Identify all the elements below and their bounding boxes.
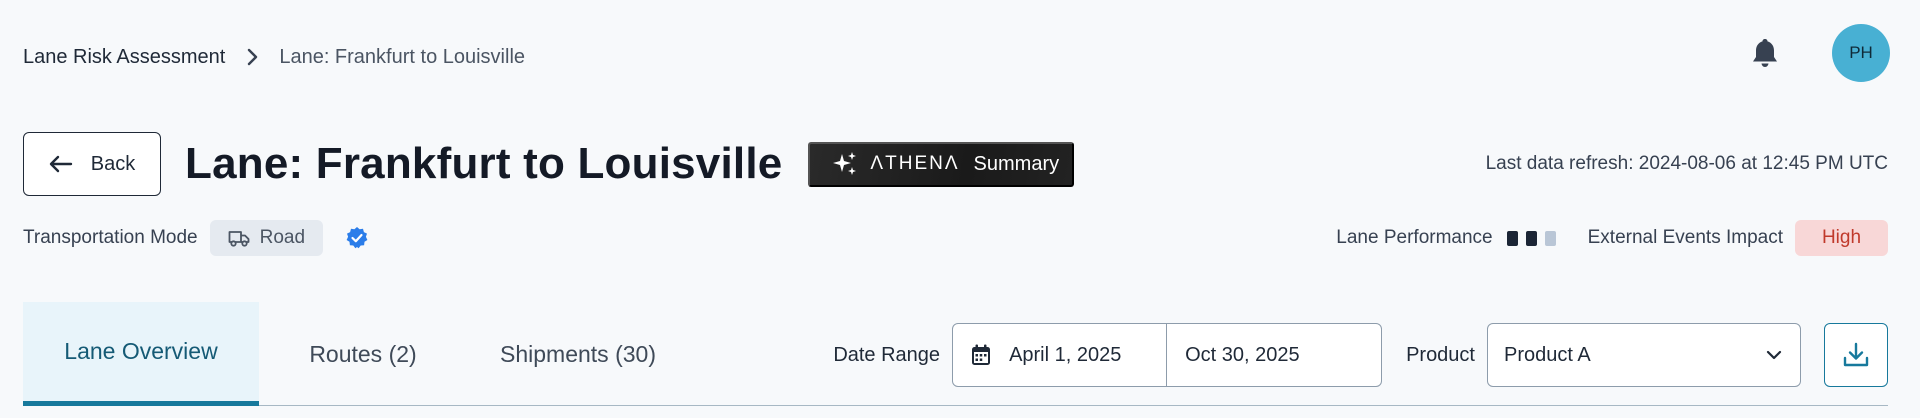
sparkle-icon: [833, 152, 857, 175]
verified-badge-icon: [345, 226, 369, 250]
user-area: PH: [1750, 24, 1890, 82]
athena-logo-text: ΛTHENΛ: [870, 153, 960, 174]
date-start-value: April 1, 2025: [1009, 343, 1122, 366]
lane-performance-segment: [1544, 230, 1556, 246]
transport-mode-chip: Road: [209, 220, 324, 256]
last-refresh-text: Last data refresh: 2024-08-06 at 12:45 P…: [1485, 153, 1888, 174]
product-select[interactable]: Product A: [1487, 323, 1801, 387]
chevron-right-icon: [247, 48, 259, 66]
page-title: Lane: Frankfurt to Louisville: [185, 139, 783, 188]
calendar-icon: [972, 344, 991, 365]
date-start-field[interactable]: April 1, 2025: [953, 324, 1168, 386]
tab-routes[interactable]: Routes (2): [273, 302, 453, 406]
lane-performance-indicator: [1506, 230, 1564, 246]
bell-icon[interactable]: [1750, 37, 1780, 69]
tab-shipments[interactable]: Shipments (30): [467, 302, 689, 406]
back-button-label: Back: [90, 152, 136, 175]
chevron-down-icon: [1766, 350, 1782, 360]
product-label: Product: [1406, 343, 1475, 366]
date-end-value: Oct 30, 2025: [1185, 343, 1300, 366]
product-select-value: Product A: [1504, 343, 1591, 366]
download-icon: [1843, 342, 1869, 367]
athena-summary-label: Summary: [973, 152, 1060, 175]
lane-performance-segment: [1525, 230, 1537, 246]
top-bar: Lane Risk Assessment Lane: Frankfurt to …: [23, 24, 1890, 82]
arrow-left-icon: [49, 155, 72, 173]
lane-performance-label: Lane Performance: [1336, 227, 1493, 248]
meta-row: Transportation Mode Road Lane Performanc…: [23, 220, 1888, 256]
title-row: Back Lane: Frankfurt to Louisville ΛTHEN…: [23, 132, 1888, 196]
tab-lane-overview[interactable]: Lane Overview: [23, 302, 259, 406]
tabs-row: Lane Overview Routes (2) Shipments (30) …: [23, 302, 1888, 406]
breadcrumb-root[interactable]: Lane Risk Assessment: [23, 46, 225, 69]
athena-summary-button[interactable]: ΛTHENΛ Summary: [808, 141, 1075, 187]
meta-right: Lane Performance External Events Impact …: [1336, 220, 1888, 256]
download-button[interactable]: [1824, 323, 1888, 387]
external-events-impact-badge: High: [1795, 220, 1888, 256]
truck-icon: [228, 231, 250, 247]
back-button[interactable]: Back: [23, 132, 161, 196]
date-end-field[interactable]: Oct 30, 2025: [1167, 324, 1381, 386]
transport-mode-label: Transportation Mode: [23, 227, 198, 248]
filters: Date Range April 1, 2025 Oct 30, 2025 Pr…: [833, 323, 1888, 387]
date-range-picker: April 1, 2025 Oct 30, 2025: [952, 323, 1383, 387]
avatar[interactable]: PH: [1832, 24, 1890, 82]
transport-mode-value: Road: [259, 227, 306, 248]
breadcrumb-current: Lane: Frankfurt to Louisville: [279, 45, 526, 68]
lane-performance-segment: [1506, 230, 1518, 246]
date-range-label: Date Range: [833, 343, 941, 366]
external-events-label: External Events Impact: [1587, 227, 1783, 248]
